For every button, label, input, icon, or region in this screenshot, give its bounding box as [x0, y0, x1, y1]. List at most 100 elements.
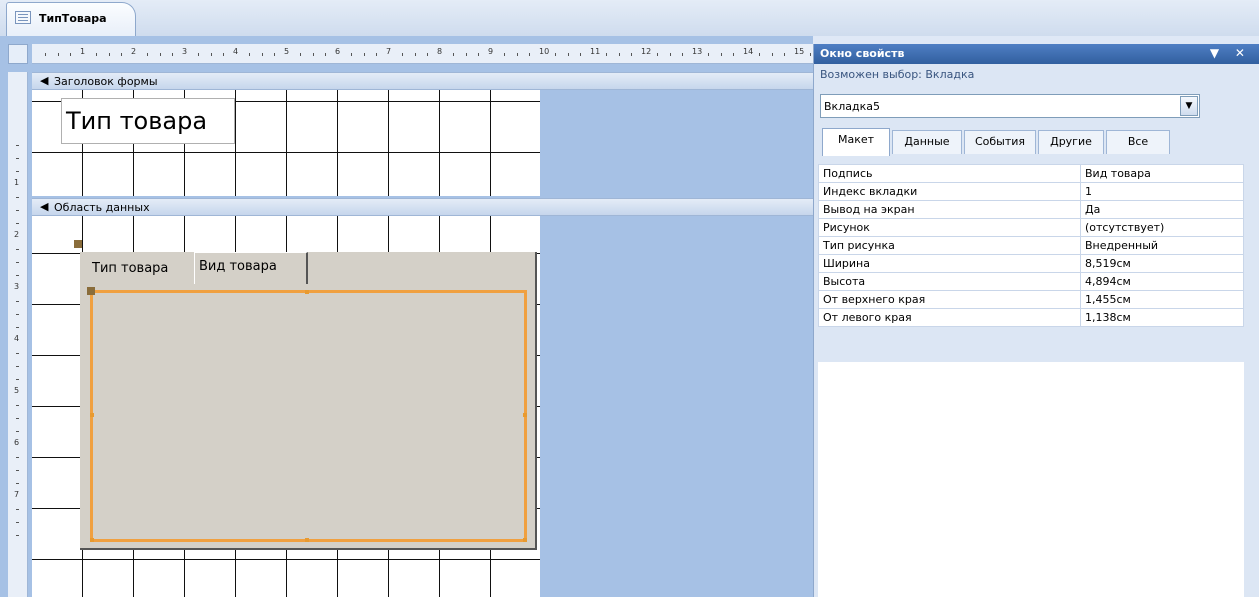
property-row[interactable]: Рисунок (отсутствует)	[818, 218, 1244, 237]
property-row[interactable]: От левого края 1,138см	[818, 308, 1244, 327]
ruler-tick	[16, 522, 19, 523]
ruler-number: 1	[14, 178, 20, 187]
pane-menu-close-icon[interactable]: ▼ ✕	[1210, 46, 1251, 60]
ruler-tick	[682, 53, 684, 56]
ruler-tick	[299, 53, 301, 56]
ruler-tick	[159, 53, 161, 56]
resize-handle[interactable]	[305, 290, 309, 294]
ruler-tick	[401, 53, 403, 56]
ruler-tick	[16, 431, 19, 432]
ruler-tick	[223, 53, 225, 56]
tab-dannye[interactable]: Данные	[892, 130, 962, 154]
tab-control[interactable]: Тип товара Вид товара	[74, 240, 537, 550]
ruler-number: 3	[14, 282, 20, 291]
tab-maket[interactable]: Макет	[822, 128, 890, 156]
form-selector[interactable]	[8, 44, 28, 64]
document-tab[interactable]: ТипТовара	[6, 2, 136, 36]
ruler-tick	[16, 314, 19, 315]
property-tabs: Макет Данные События Другие Все	[818, 128, 1259, 156]
tab-vse[interactable]: Все	[1106, 130, 1170, 154]
property-row[interactable]: Тип рисунка Внедренный	[818, 236, 1244, 255]
horizontal-ruler[interactable]: 1 2 3 4 5 6 7 8 9 10 11 12 13 14 15	[32, 44, 813, 64]
ruler-number: 8	[437, 47, 443, 56]
ruler-number: 5	[284, 47, 290, 56]
chevron-down-icon[interactable]: ▼	[1180, 96, 1198, 116]
ruler-tick	[95, 53, 97, 56]
tab-page-area[interactable]	[87, 287, 527, 542]
property-table-empty-area	[818, 362, 1244, 597]
ruler-tick	[720, 53, 722, 56]
form-title-label[interactable]: Тип товара	[61, 98, 235, 144]
property-value[interactable]: 1,455см	[1080, 290, 1244, 309]
property-value[interactable]: Да	[1080, 200, 1244, 219]
ruler-number: 6	[335, 47, 341, 56]
property-sheet-header: Окно свойств ▼ ✕	[814, 44, 1259, 64]
tab-vid-tovara[interactable]: Вид товара	[194, 252, 308, 284]
ruler-number: 14	[743, 47, 754, 56]
property-name: Рисунок	[818, 218, 1081, 237]
ruler-tick	[57, 53, 59, 56]
page-move-handle[interactable]	[87, 287, 95, 295]
property-value[interactable]: 4,894см	[1080, 272, 1244, 291]
ruler-tick	[16, 262, 19, 263]
property-value[interactable]: (отсутствует)	[1080, 218, 1244, 237]
tab-drugie[interactable]: Другие	[1038, 130, 1104, 154]
ruler-tick	[16, 353, 19, 354]
property-value[interactable]: 1,138см	[1080, 308, 1244, 327]
property-row[interactable]: Высота 4,894см	[818, 272, 1244, 291]
property-value[interactable]: Вид товара	[1080, 164, 1244, 183]
ruler-tick	[16, 275, 19, 276]
section-bar-detail[interactable]: ◀ Область данных	[32, 198, 813, 216]
property-row[interactable]: Индекс вкладки 1	[818, 182, 1244, 201]
property-row[interactable]: Вывод на экран Да	[818, 200, 1244, 219]
section-label-form-header: Заголовок формы	[54, 75, 158, 88]
ruler-tick	[44, 53, 46, 56]
resize-handle[interactable]	[90, 413, 94, 417]
ruler-number: 15	[794, 47, 805, 56]
tab-tip-tovara[interactable]: Тип товара	[88, 256, 192, 282]
ruler-tick	[261, 53, 263, 56]
ruler-tick	[210, 53, 212, 56]
ruler-tick	[16, 223, 19, 224]
ruler-number: 4	[233, 47, 239, 56]
property-value[interactable]: 1	[1080, 182, 1244, 201]
resize-handle[interactable]	[305, 538, 309, 542]
section-label-detail: Область данных	[54, 201, 150, 214]
resize-handle[interactable]	[523, 413, 527, 417]
ruler-number: 7	[14, 490, 20, 499]
ruler-tick	[16, 171, 19, 172]
object-selector-combo[interactable]: Вкладка5 ▼	[820, 94, 1200, 118]
ruler-tick	[733, 53, 735, 56]
ruler-tick	[274, 53, 276, 56]
ruler-tick	[325, 53, 327, 56]
ruler-tick	[121, 53, 123, 56]
property-row[interactable]: Подпись Вид товара	[818, 164, 1244, 183]
property-row[interactable]: Ширина 8,519см	[818, 254, 1244, 273]
ruler-tick	[605, 53, 607, 56]
property-value[interactable]: 8,519см	[1080, 254, 1244, 273]
vertical-ruler[interactable]: 1 2 3 4 5 6 7	[8, 72, 28, 597]
property-name: Подпись	[818, 164, 1081, 183]
ruler-tick	[146, 53, 148, 56]
ruler-tick	[16, 301, 19, 302]
ruler-tick	[312, 53, 314, 56]
tab-sobytiya[interactable]: События	[964, 130, 1036, 154]
ruler-tick	[376, 53, 378, 56]
ruler-tick	[784, 53, 786, 56]
property-value[interactable]: Внедренный	[1080, 236, 1244, 255]
document-tab-bar: ТипТовара	[0, 0, 1259, 36]
ruler-tick	[414, 53, 416, 56]
ruler-tick	[656, 53, 658, 56]
property-name: От верхнего края	[818, 290, 1081, 309]
ruler-tick	[16, 145, 19, 146]
resize-handle[interactable]	[523, 538, 527, 542]
resize-handle[interactable]	[90, 538, 94, 542]
property-name: От левого края	[818, 308, 1081, 327]
section-bar-form-header[interactable]: ◀ Заголовок формы	[32, 72, 813, 90]
property-row[interactable]: От верхнего края 1,455см	[818, 290, 1244, 309]
ruler-tick	[16, 379, 19, 380]
property-name: Ширина	[818, 254, 1081, 273]
ruler-tick	[516, 53, 518, 56]
move-handle[interactable]	[74, 240, 82, 248]
ruler-tick	[16, 249, 19, 250]
